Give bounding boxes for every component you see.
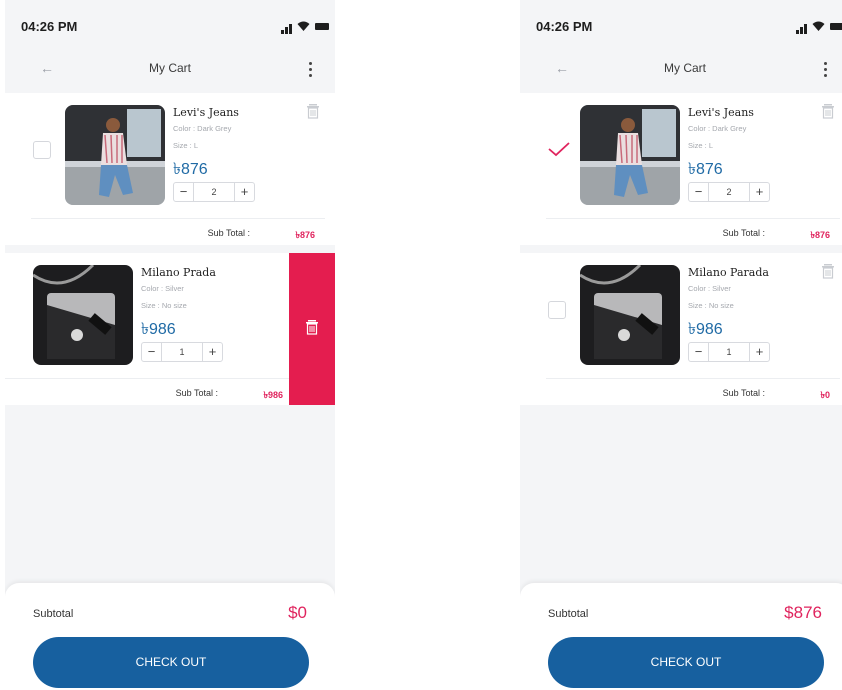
status-time: 04:26 PM [21, 19, 78, 34]
status-icons [794, 20, 842, 34]
product-color: Color : Dark Grey [688, 124, 747, 133]
decrease-quantity-button[interactable]: − [689, 343, 709, 361]
check-icon [548, 142, 570, 157]
subtotal-value: $876 [784, 603, 822, 622]
product-image-jeans [580, 105, 680, 205]
battery-icon [315, 23, 329, 30]
item-subtotal-value: ৳986 [263, 390, 284, 400]
cart-item: Milano Prada Color : Silver Size : No si… [5, 253, 335, 405]
product-price: ৳876 [688, 161, 723, 178]
trash-icon[interactable] [821, 263, 835, 279]
increase-quantity-button[interactable]: + [749, 183, 769, 201]
decrease-quantity-button[interactable]: − [142, 343, 162, 361]
product-image-bag [580, 265, 680, 365]
checkout-bar: Subtotal $0 CHECK OUT [5, 583, 335, 690]
item-subtotal-label: Sub Total : [722, 228, 765, 238]
item-subtotal-row: Sub Total : ৳876 [546, 218, 840, 241]
page-title: My Cart [664, 61, 706, 75]
product-price: ৳986 [688, 321, 723, 338]
cart-screen-right: 04:26 PM ← My Cart Levi's Jeans Color: … [520, 0, 842, 690]
more-vertical-icon[interactable] [816, 56, 836, 82]
wifi-icon [812, 21, 825, 31]
app-header: ← My Cart [520, 48, 842, 90]
cart-item: Milano Parada Color : Silver Size : No s… [520, 253, 842, 405]
increase-quantity-button[interactable]: + [749, 343, 769, 361]
product-name: Levi's Jeans [688, 106, 754, 119]
item-subtotal-row: Sub Total : ৳0 [546, 378, 840, 401]
status-bar: 04:26 PM [520, 0, 842, 48]
item-checkbox[interactable] [33, 141, 51, 159]
item-subtotal-label: Sub Total : [722, 388, 765, 398]
item-subtotal-row: Sub Total : ৳876 [31, 218, 325, 241]
cart-list: Levi's Jeans Color : Dark Grey Size : L … [520, 93, 842, 413]
status-icons [279, 20, 329, 34]
item-checkbox[interactable] [548, 301, 566, 319]
product-color: Color : Silver [141, 284, 184, 293]
product-name: Milano Prada [141, 266, 216, 279]
trash-icon[interactable] [821, 103, 835, 119]
trash-icon [306, 320, 318, 335]
subtotal-label: Subtotal [33, 608, 74, 620]
cart-screen-left: 04:26 PM ← My Cart Levi's Jeans Color: … [5, 0, 335, 690]
quantity-stepper: − 2 + [173, 182, 255, 202]
checkout-button[interactable]: CHECK OUT [548, 637, 824, 688]
product-color: Color : Silver [688, 284, 731, 293]
trash-icon[interactable] [306, 103, 320, 119]
product-price: ৳876 [173, 161, 208, 178]
quantity-stepper: − 2 + [688, 182, 770, 202]
quantity-stepper: − 1 + [688, 342, 770, 362]
decrease-quantity-button[interactable]: − [174, 183, 194, 201]
item-subtotal-value: ৳876 [810, 230, 831, 240]
product-price: ৳986 [141, 321, 176, 338]
product-color: Color : Dark Grey [173, 124, 232, 133]
product-name: Milano Parada [688, 266, 769, 279]
checkout-button[interactable]: CHECK OUT [33, 637, 309, 688]
product-image-bag [33, 265, 133, 365]
quantity-stepper: − 1 + [141, 342, 223, 362]
item-subtotal-label: Sub Total : [175, 388, 218, 398]
product-size: Size : L [688, 141, 714, 150]
app-header: ← My Cart [5, 48, 335, 90]
product-size: Size : No size [141, 301, 187, 310]
quantity-value: 1 [179, 347, 185, 357]
status-time: 04:26 PM [536, 19, 593, 34]
cart-list: Levi's Jeans Color : Dark Grey Size : L … [5, 93, 335, 413]
cart-item: Levi's Jeans Color : Dark Grey Size : L … [520, 93, 842, 245]
quantity-value: 1 [726, 347, 732, 357]
battery-icon [830, 23, 842, 30]
product-image-jeans [65, 105, 165, 205]
product-size: Size : No size [688, 301, 734, 310]
product-size: Size : L [173, 141, 199, 150]
item-subtotal-value: ৳876 [295, 230, 316, 240]
delete-item-button[interactable] [289, 253, 335, 405]
item-subtotal-value: ৳0 [820, 390, 831, 400]
increase-quantity-button[interactable]: + [234, 183, 254, 201]
item-checkbox[interactable] [548, 141, 570, 157]
checkout-bar: Subtotal $876 CHECK OUT [520, 583, 842, 690]
decrease-quantity-button[interactable]: − [689, 183, 709, 201]
quantity-value: 2 [211, 187, 217, 197]
item-subtotal-label: Sub Total : [207, 228, 250, 238]
item-subtotal-row: Sub Total : ৳986 [5, 378, 293, 401]
product-name: Levi's Jeans [173, 106, 239, 119]
increase-quantity-button[interactable]: + [202, 343, 222, 361]
wifi-icon [297, 21, 310, 31]
page-title: My Cart [149, 61, 191, 75]
status-bar: 04:26 PM [5, 0, 335, 48]
subtotal-label: Subtotal [548, 608, 589, 620]
cart-item: Levi's Jeans Color : Dark Grey Size : L … [5, 93, 335, 245]
subtotal-value: $0 [288, 603, 307, 622]
quantity-value: 2 [726, 187, 732, 197]
more-vertical-icon[interactable] [301, 56, 321, 82]
